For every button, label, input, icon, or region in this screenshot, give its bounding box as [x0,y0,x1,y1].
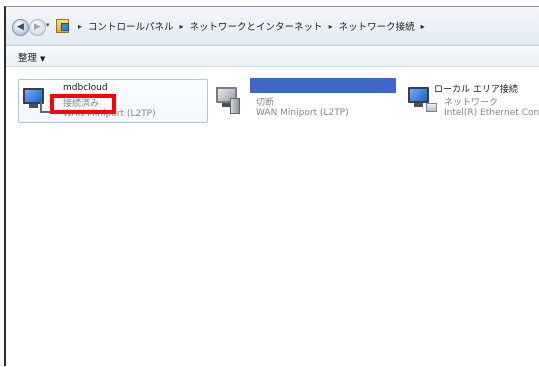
breadcrumb-network-internet[interactable]: ネットワークとインターネット [190,19,323,33]
control-panel-icon [56,19,69,33]
connections-list: mdbcloud 接続済み WAN Miniport (L2TP) 切断 WAN… [6,67,539,366]
network-connection-icon [216,84,244,114]
monitor-icon [408,87,429,107]
breadcrumb-network-connections[interactable]: ネットワーク接続 [339,19,415,33]
back-arrow-icon[interactable]: ◀ [12,19,29,36]
ethernet-plug-icon [426,103,437,112]
connection-name: ローカル エリア接続 [434,85,518,95]
forward-arrow-icon[interactable]: ▶ [29,19,46,36]
connection-name: mdbcloud [63,83,108,93]
connection-status: ネットワーク [444,98,499,108]
connection-device: WAN Miniport (L2TP) [256,108,349,118]
connection-status: 切断 [256,98,275,108]
chevron-down-icon: ▼ [40,55,46,63]
breadcrumb-separator-icon[interactable]: ▸ [78,22,82,31]
breadcrumb-separator-icon[interactable]: ▸ [329,22,333,31]
organize-label: 整理 [18,53,38,64]
explorer-window: ◀ ▶ ▾ ▸ コントロールパネル ▸ ネットワークとインターネット ▸ ネット… [4,6,539,366]
computer-tower-icon [230,98,240,114]
command-toolbar: 整理 ▼ [6,46,539,67]
recent-pages-dropdown-icon[interactable]: ▾ [46,21,50,29]
breadcrumb-control-panel[interactable]: コントロールパネル [88,19,174,33]
network-connection-icon [23,85,54,113]
connection-device: Intel(R) Ethernet Conn [444,108,539,118]
breadcrumb: ▸ コントロールパネル ▸ ネットワークとインターネット ▸ ネットワーク接続 … [72,18,425,34]
organize-button[interactable]: 整理 ▼ [18,50,45,64]
address-bar: ◀ ▶ ▾ ▸ コントロールパネル ▸ ネットワークとインターネット ▸ ネット… [6,7,539,46]
connection-item-local-area[interactable]: ローカル エリア接続 ネットワーク Intel(R) Ethernet Conn [404,79,539,121]
breadcrumb-expand-icon[interactable]: ▸ [421,22,425,31]
highlight-box [50,94,116,114]
redaction-bar [250,78,396,93]
network-connection-icon [408,84,437,112]
breadcrumb-separator-icon[interactable]: ▸ [180,22,184,31]
